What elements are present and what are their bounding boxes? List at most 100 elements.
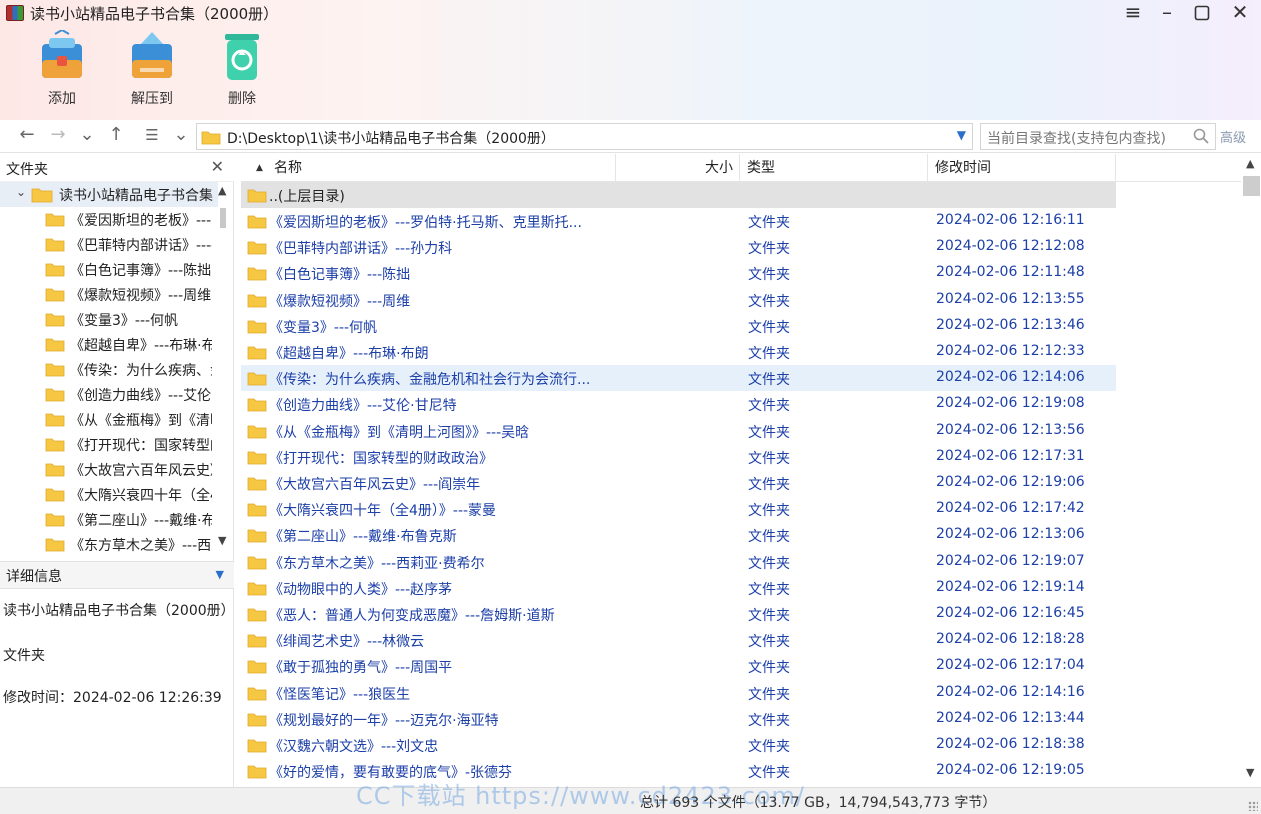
parent-directory-row[interactable]: ..(上层目录) [241, 182, 1116, 208]
folder-icon [247, 396, 267, 412]
tree-item[interactable]: 《第二座山》---戴维·布鲁克斯 [0, 507, 218, 532]
detail-type: 文件夹 [3, 648, 45, 664]
folder-icon [247, 580, 267, 596]
file-name: 《白色记事簿》---陈拙 [269, 267, 411, 284]
view-list-icon[interactable]: ☰ [141, 126, 163, 144]
view-dropdown-icon[interactable]: ⌄ [170, 124, 192, 145]
menu-icon[interactable]: ≡ [1116, 0, 1150, 26]
tree-item[interactable]: 《巴菲特内部讲话》---孙力科 [0, 232, 218, 257]
column-header-name-label: 名称 [274, 160, 302, 176]
maximize-icon[interactable] [1185, 0, 1219, 26]
tree-item[interactable]: 《传染：为什么疾病、金融危机和社会行为会流行》 [0, 357, 218, 382]
table-row[interactable]: 《敢于孤独的勇气》---周国平 文件夹 2024-02-06 12:17:04 [241, 653, 1116, 679]
tree-item[interactable]: 《大隋兴衰四十年（全4册）》---蒙曼 [0, 482, 218, 507]
chevron-down-icon[interactable]: ▼ [216, 568, 224, 581]
chevron-down-icon[interactable]: ⌄ [76, 124, 98, 145]
scroll-down-icon[interactable]: ▼ [218, 534, 226, 547]
tree-item[interactable]: 《创造力曲线》---艾伦·甘尼特 [0, 382, 218, 407]
tree-item[interactable]: 《爱因斯坦的老板》---罗伯特·托马斯、克里斯托弗 [0, 207, 218, 232]
tree-item[interactable]: 《爆款短视频》---周维 [0, 282, 218, 307]
table-row[interactable]: 《变量3》---何帆 文件夹 2024-02-06 12:13:46 [241, 313, 1116, 339]
back-arrow-icon[interactable]: ← [16, 124, 38, 145]
table-row[interactable]: 《第二座山》---戴维·布鲁克斯 文件夹 2024-02-06 12:13:06 [241, 522, 1116, 548]
delete-button-label: 删除 [228, 91, 256, 107]
table-row[interactable]: 《传染：为什么疾病、金融危机和社会行为会流行... 文件夹 2024-02-06 1… [241, 365, 1116, 392]
minimize-icon[interactable]: – [1150, 0, 1184, 26]
tree-root-item[interactable]: ⌄ 读书小站精品电子书合集（2000册） [0, 182, 218, 207]
column-header-name[interactable]: ▲ 名称 [241, 154, 616, 182]
folder-icon [247, 344, 267, 360]
folder-icon [247, 501, 267, 517]
scroll-down-icon[interactable]: ▼ [1246, 766, 1254, 779]
file-name: 《从《金瓶梅》到《清明上河图》》---吴晗 [269, 424, 530, 441]
table-row[interactable]: 《白色记事簿》---陈拙 文件夹 2024-02-06 12:11:48 [241, 260, 1116, 286]
table-row[interactable]: 《从《金瓶梅》到《清明上河图》》---吴晗 文件夹 2024-02-06 12:13… [241, 418, 1116, 444]
forward-arrow-icon[interactable]: → [47, 124, 69, 145]
tree-item[interactable]: 《东方草木之美》---西莉亚·费希尔 [0, 532, 218, 552]
column-header-modified[interactable]: 修改时间 [928, 154, 1116, 182]
folder-icon [247, 658, 267, 674]
column-header-type[interactable]: 类型 [740, 154, 928, 182]
table-row[interactable]: 《爆款短视频》---周维 文件夹 2024-02-06 12:13:55 [241, 287, 1116, 313]
scroll-up-icon[interactable]: ▲ [218, 184, 226, 197]
column-header-size[interactable]: 大小 [616, 154, 740, 182]
file-modified: 2024-02-06 12:19:08 [936, 395, 1085, 412]
chevron-down-icon[interactable]: ⌄ [16, 185, 26, 199]
tree-item[interactable]: 《从《金瓶梅》到《清明上河图》》---吴晗 [0, 407, 218, 432]
close-icon[interactable]: ✕ [211, 157, 224, 176]
file-modified: 2024-02-06 12:17:04 [936, 657, 1085, 674]
table-row[interactable]: 《怪医笔记》---狼医生 文件夹 2024-02-06 12:14:16 [241, 680, 1116, 706]
extract-to-button[interactable]: 解压到 [117, 30, 187, 110]
table-row[interactable]: 《东方草木之美》---西莉亚·费希尔 文件夹 2024-02-06 12:19:07 [241, 549, 1116, 575]
close-window-icon[interactable]: ✕ [1223, 0, 1257, 26]
advanced-search-link[interactable]: 高级 [1220, 127, 1246, 146]
delete-button[interactable]: 删除 [207, 30, 277, 110]
tree-item[interactable]: 《超越自卑》---布琳·布朗 [0, 332, 218, 357]
up-arrow-icon[interactable]: ↑ [105, 124, 127, 145]
file-modified: 2024-02-06 12:18:28 [936, 631, 1085, 648]
details-panel-header[interactable]: 详细信息 ▼ [0, 561, 234, 589]
table-row[interactable]: 《动物眼中的人类》---赵序茅 文件夹 2024-02-06 12:19:14 [241, 575, 1116, 601]
file-modified: 2024-02-06 12:18:38 [936, 736, 1085, 752]
folder-icon [247, 475, 267, 491]
file-modified: 2024-02-06 12:13:06 [936, 526, 1085, 543]
tree-item[interactable]: 《白色记事簿》---陈拙 [0, 257, 218, 282]
table-row[interactable]: 《汉魏六朝文选》---刘文忠 文件夹 2024-02-06 12:18:38 [241, 732, 1116, 758]
table-row[interactable]: 《大隋兴衰四十年（全4册）》---蒙曼 文件夹 2024-02-06 12:17:4… [241, 496, 1116, 522]
file-type: 文件夹 [748, 739, 790, 755]
details-panel-title: 详细信息 [6, 569, 62, 585]
search-icon[interactable] [1193, 128, 1209, 144]
list-scrollbar[interactable]: ▲ ▼ [1242, 154, 1261, 787]
table-row[interactable]: 《规划最好的一年》---迈克尔·海亚特 文件夹 2024-02-06 12:13:4… [241, 706, 1116, 732]
table-row[interactable]: 《创造力曲线》---艾伦·甘尼特 文件夹 2024-02-06 12:19:08 [241, 391, 1116, 417]
table-row[interactable]: 《大故宫六百年风云史》---阎崇年 文件夹 2024-02-06 12:19:06 [241, 470, 1116, 496]
tree-item[interactable]: 《打开现代：国家转型的财政政治》 [0, 432, 218, 457]
table-row[interactable]: 《巴菲特内部讲话》---孙力科 文件夹 2024-02-06 12:12:08 [241, 234, 1116, 260]
file-name: 《恶人：普通人为何变成恶魔》---詹姆斯·道斯 [269, 608, 555, 624]
add-button[interactable]: 添加 [27, 28, 97, 110]
tree-item[interactable]: 《变量3》---何帆 [0, 307, 218, 332]
folder-icon [247, 265, 267, 281]
file-name: 《大隋兴衰四十年（全4册）》---蒙曼 [269, 503, 497, 520]
file-modified: 2024-02-06 12:12:08 [936, 238, 1085, 255]
file-type: 文件夹 [748, 424, 790, 441]
scroll-thumb[interactable] [1243, 176, 1260, 196]
table-row[interactable]: 《绯闻艺术史》---林微云 文件夹 2024-02-06 12:18:28 [241, 627, 1116, 653]
table-row[interactable]: 《超越自卑》---布琳·布朗 文件夹 2024-02-06 12:12:33 [241, 339, 1116, 365]
search-input[interactable]: 当前目录查找(支持包内查找) [980, 123, 1216, 150]
scroll-thumb[interactable] [220, 208, 226, 228]
table-row[interactable]: 《打开现代：国家转型的财政政治》 文件夹 2024-02-06 12:17:31 [241, 444, 1116, 470]
tree-item[interactable]: 《大故宫六百年风云史》---阎崇年 [0, 457, 218, 482]
path-input[interactable]: D:\Desktop\1\读书小站精品电子书合集（2000册） ▼ [196, 123, 973, 150]
scroll-up-icon[interactable]: ▲ [1246, 157, 1254, 170]
resize-grip-icon[interactable] [1248, 801, 1258, 811]
folder-panel-header: 文件夹 ✕ [0, 154, 234, 182]
file-type: 文件夹 [748, 267, 790, 284]
tree-scrollbar[interactable]: ▲ ▼ [214, 182, 232, 552]
table-row[interactable]: 《爱因斯坦的老板》---罗伯特·托马斯、克里斯托... 文件夹 2024-02-06… [241, 208, 1116, 234]
folder-icon [247, 711, 267, 727]
table-row[interactable]: 《恶人：普通人为何变成恶魔》---詹姆斯·道斯 文件夹 2024-02-06 12:… [241, 601, 1116, 627]
path-dropdown-icon[interactable]: ▼ [957, 128, 966, 142]
file-name: 《汉魏六朝文选》---刘文忠 [269, 739, 439, 755]
file-modified: 2024-02-06 12:19:05 [936, 762, 1085, 779]
